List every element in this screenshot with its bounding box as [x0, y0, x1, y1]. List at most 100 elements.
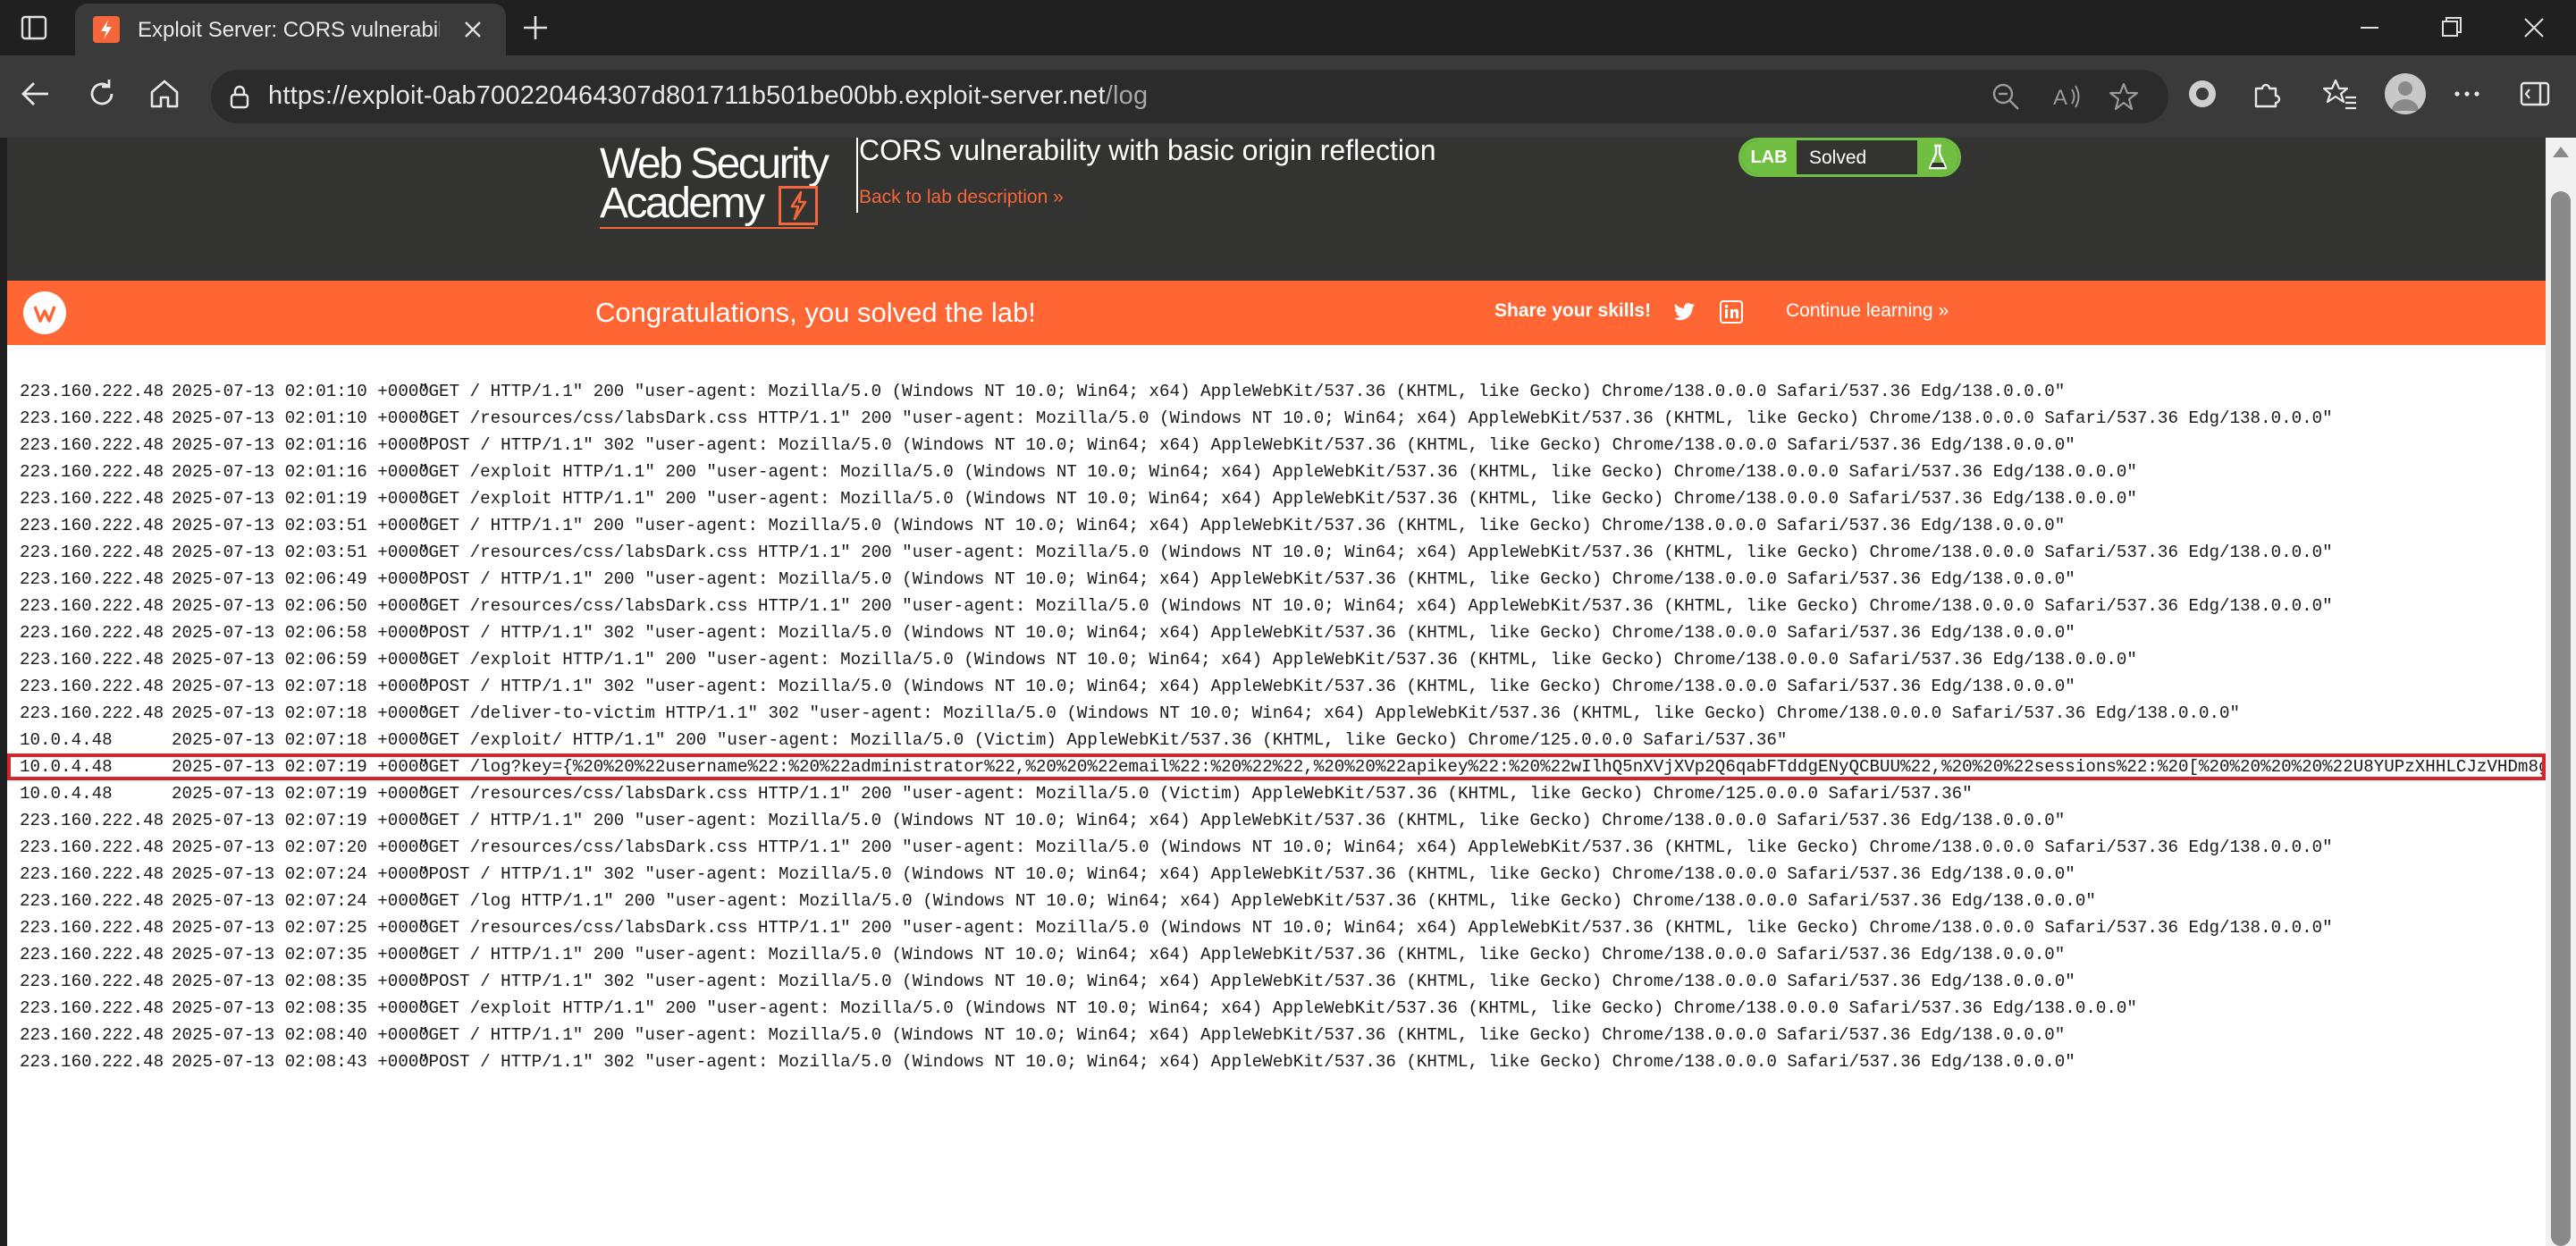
more-options-icon[interactable]	[2449, 76, 2485, 112]
sidebar-toggle-icon[interactable]	[20, 13, 48, 42]
lab-title: CORS vulnerability with basic origin ref…	[859, 134, 1436, 166]
logo-underline	[600, 227, 814, 229]
address-bar[interactable]: https://exploit-0ab700220464307d801711b5…	[211, 70, 2168, 123]
log-request: "GET /resources/css/labsDark.css HTTP/1.…	[418, 408, 2333, 428]
log-ip: 223.160.222.48	[20, 677, 164, 696]
log-timestamp: 2025-07-13 02:01:19 +0000	[172, 489, 429, 509]
lab-tag: LAB	[1741, 140, 1797, 174]
log-ip: 223.160.222.48	[20, 489, 164, 509]
header-divider	[856, 138, 858, 213]
minimize-icon[interactable]	[2354, 13, 2385, 43]
log-row: 223.160.222.48 2025-07-13 02:06:58 +0000 "…	[7, 619, 2546, 646]
back-link-label: Back to lab description	[859, 187, 1048, 207]
log-request: "GET / HTTP/1.1" 200 "user-agent: Mozill…	[418, 945, 2066, 964]
log-ip: 223.160.222.48	[20, 516, 164, 535]
log-timestamp: 2025-07-13 02:07:25 +0000	[172, 918, 429, 938]
log-ip: 223.160.222.48	[20, 435, 164, 455]
log-timestamp: 2025-07-13 02:08:35 +0000	[172, 972, 429, 991]
log-row: 223.160.222.48 2025-07-13 02:07:24 +0000 "…	[7, 888, 2546, 914]
log-ip: 223.160.222.48	[20, 1025, 164, 1045]
log-request: "GET /exploit HTTP/1.1" 200 "user-agent:…	[418, 650, 2137, 669]
tab-title: Exploit Server: CORS vulnerability with …	[138, 18, 440, 42]
continue-learning-chevron: »	[1938, 300, 1949, 321]
congratulations-banner: Congratulations, you solved the lab! Sha…	[7, 281, 2546, 345]
log-timestamp: 2025-07-13 02:07:19 +0000	[172, 784, 429, 804]
log-timestamp: 2025-07-13 02:03:51 +0000	[172, 516, 429, 535]
log-request: "POST / HTTP/1.1" 302 "user-agent: Mozil…	[418, 1052, 2075, 1072]
log-ip: 223.160.222.48	[20, 998, 164, 1018]
site-info-lock-icon[interactable]	[225, 82, 254, 111]
zoom-out-icon[interactable]	[1990, 80, 2022, 113]
log-ip: 223.160.222.48	[20, 382, 164, 401]
share-skills-label: Share your skills!	[1494, 300, 1652, 321]
log-request: "POST / HTTP/1.1" 200 "user-agent: Mozil…	[418, 569, 2075, 589]
log-ip: 223.160.222.48	[20, 972, 164, 991]
log-ip: 223.160.222.48	[20, 864, 164, 884]
web-security-academy-logo[interactable]: Web Security Academy	[600, 141, 841, 231]
log-request: "GET / HTTP/1.1" 200 "user-agent: Mozill…	[418, 1025, 2066, 1045]
log-ip: 10.0.4.48	[20, 784, 113, 804]
log-ip: 10.0.4.48	[20, 757, 113, 777]
log-request: "GET /exploit/ HTTP/1.1" 200 "user-agent…	[418, 730, 1788, 750]
log-timestamp: 2025-07-13 02:07:18 +0000	[172, 703, 429, 723]
browser-toolbar: https://exploit-0ab700220464307d801711b5…	[0, 55, 2576, 138]
back-icon[interactable]	[18, 76, 54, 112]
close-tab-icon[interactable]	[461, 18, 484, 41]
browser-tab-active[interactable]: Exploit Server: CORS vulnerability with …	[75, 4, 506, 55]
log-ip: 223.160.222.48	[20, 569, 164, 589]
log-ip: 223.160.222.48	[20, 891, 164, 911]
log-timestamp: 2025-07-13 02:07:18 +0000	[172, 730, 429, 750]
profile-avatar[interactable]	[2385, 73, 2426, 114]
log-timestamp: 2025-07-13 02:07:18 +0000	[172, 677, 429, 696]
scrollbar-thumb[interactable]	[2551, 191, 2571, 1246]
logo-line-2: Academy	[600, 180, 765, 227]
extensions-icon[interactable]	[2249, 76, 2285, 112]
sidebar-pane-icon[interactable]	[2517, 76, 2553, 112]
access-log: 223.160.222.48 2025-07-13 02:01:10 +0000 "…	[7, 378, 2546, 1075]
log-ip: 223.160.222.48	[20, 811, 164, 830]
log-row: 223.160.222.48 2025-07-13 02:01:19 +0000 "…	[7, 485, 2546, 512]
extension-record-icon[interactable]	[2185, 76, 2220, 112]
lab-status-widget: LAB Solved	[1738, 138, 1961, 177]
log-row-highlighted: 10.0.4.48 2025-07-13 02:07:19 +0000 "GET /…	[7, 753, 2546, 780]
restore-icon[interactable]	[2437, 13, 2467, 43]
home-icon[interactable]	[147, 76, 182, 112]
log-ip: 223.160.222.48	[20, 703, 164, 723]
log-request: "GET /resources/css/labsDark.css HTTP/1.…	[418, 918, 2333, 938]
log-row: 223.160.222.48 2025-07-13 02:08:35 +0000 "…	[7, 968, 2546, 995]
new-tab-icon[interactable]	[520, 13, 551, 43]
scroll-up-arrow-icon[interactable]	[2553, 147, 2569, 157]
twitter-icon[interactable]	[1673, 300, 1696, 324]
url-path: /log	[1105, 81, 1149, 110]
favorite-star-icon[interactable]	[2108, 80, 2140, 113]
log-row: 10.0.4.48 2025-07-13 02:07:18 +0000 "GET /…	[7, 727, 2546, 753]
log-request: "GET /log?key={%20%20%22username%22:%20%…	[418, 757, 2546, 777]
back-to-lab-description-link[interactable]: Back to lab description »	[859, 187, 1064, 208]
refresh-icon[interactable]	[84, 76, 120, 112]
page-scrollbar[interactable]	[2546, 138, 2576, 1246]
log-row: 223.160.222.48 2025-07-13 02:01:16 +0000 "…	[7, 432, 2546, 459]
log-row: 223.160.222.48 2025-07-13 02:07:35 +0000 "…	[7, 941, 2546, 968]
favorites-icon[interactable]	[2322, 76, 2358, 112]
log-request: "POST / HTTP/1.1" 302 "user-agent: Mozil…	[418, 623, 2075, 643]
svg-text:A: A	[2053, 86, 2067, 110]
read-aloud-icon[interactable]: A	[2050, 80, 2083, 113]
log-row: 223.160.222.48 2025-07-13 02:01:10 +0000 "…	[7, 378, 2546, 405]
log-request: "GET /resources/css/labsDark.css HTTP/1.…	[418, 784, 1973, 804]
log-timestamp: 2025-07-13 02:06:50 +0000	[172, 596, 429, 616]
close-window-icon[interactable]	[2519, 13, 2549, 43]
log-timestamp: 2025-07-13 02:03:51 +0000	[172, 543, 429, 562]
log-row: 223.160.222.48 2025-07-13 02:07:24 +0000 "…	[7, 861, 2546, 888]
log-timestamp: 2025-07-13 02:07:35 +0000	[172, 945, 429, 964]
url-text[interactable]: https://exploit-0ab700220464307d801711b5…	[268, 81, 1148, 111]
continue-learning-label: Continue learning	[1786, 300, 1933, 321]
log-row: 223.160.222.48 2025-07-13 02:07:18 +0000 "…	[7, 700, 2546, 727]
log-request: "GET /resources/css/labsDark.css HTTP/1.…	[418, 543, 2333, 562]
portswigger-favicon-icon	[93, 16, 120, 43]
continue-learning-link[interactable]: Continue learning »	[1786, 300, 1949, 322]
linkedin-icon[interactable]	[1720, 300, 1743, 324]
log-ip: 223.160.222.48	[20, 462, 164, 482]
log-ip: 223.160.222.48	[20, 838, 164, 857]
log-timestamp: 2025-07-13 02:01:16 +0000	[172, 462, 429, 482]
log-request: "POST / HTTP/1.1" 302 "user-agent: Mozil…	[418, 972, 2075, 991]
